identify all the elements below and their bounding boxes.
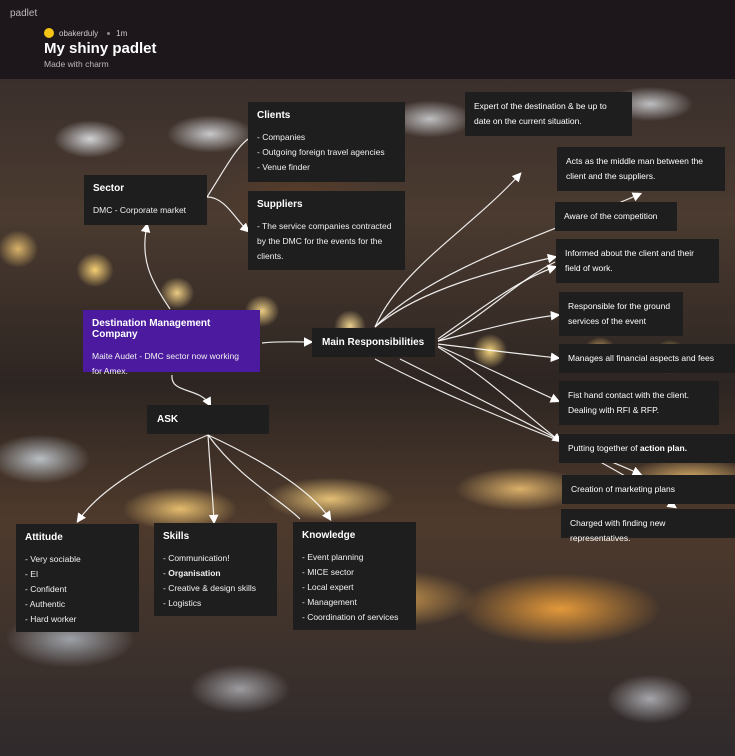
suppliers-line-1: - The service companies contracted [257, 221, 392, 231]
representatives-card[interactable]: Charged with finding new representatives… [561, 509, 735, 543]
sector-line-1: DMC - Corporate market [93, 205, 187, 215]
expert-line-1: Expert of the destination & be up to [474, 101, 607, 111]
connector-main-contact [437, 345, 561, 403]
financial-card[interactable]: Manages all financial aspects and fees [559, 344, 735, 373]
informed-card[interactable]: Informed about the client and their fiel… [556, 239, 719, 283]
contact-line-1: Fist hand contact with the client. [568, 390, 689, 400]
suppliers-line-2: by the DMC for the events for the [257, 236, 383, 246]
competition-text: Aware of the competition [564, 211, 658, 221]
connector-sector-suppliers [206, 196, 250, 233]
clients-line-2: - Outgoing foreign travel agencies [257, 147, 385, 157]
action-plan-bold: action plan. [639, 443, 688, 453]
competition-card[interactable]: Aware of the competition [555, 202, 677, 231]
page-title: My shiny padlet [44, 40, 157, 57]
padlet-logo[interactable]: padlet [10, 8, 37, 19]
middle-man-line-2: client and the suppliers. [566, 171, 656, 181]
marketing-text: Creation of marketing plans [571, 484, 675, 494]
clients-card[interactable]: Clients - Companies - Outgoing foreign t… [248, 102, 405, 182]
client-contact-card[interactable]: Fist hand contact with the client. Deali… [559, 381, 719, 425]
attitude-line-3: - Confident [25, 584, 67, 594]
clients-line-3: - Venue finder [257, 162, 310, 172]
connector-dmc-ask [171, 374, 212, 408]
suppliers-title: Suppliers [257, 199, 303, 210]
connector-main-financial [437, 343, 561, 363]
ask-title: ASK [157, 414, 179, 425]
knowledge-line-5: - Coordination of services [302, 612, 399, 622]
padlet-canvas[interactable]: Clients - Companies - Outgoing foreign t… [0, 79, 735, 756]
dmc-card[interactable]: Destination Management Company Maite Aud… [83, 310, 260, 376]
expert-card[interactable]: Expert of the destination & be up to dat… [465, 92, 632, 136]
sector-title: Sector [93, 183, 125, 194]
skills-line-2: - Organisation [163, 568, 221, 578]
attitude-card[interactable]: Attitude - Very sociable - EI - Confiden… [16, 524, 139, 632]
representatives-text: Charged with finding new representatives… [570, 518, 666, 543]
connector-dmc-main [261, 337, 314, 347]
clients-title: Clients [257, 110, 291, 121]
attitude-line-1: - Very sociable [25, 554, 81, 564]
ground-line-1: Responsible for the ground [568, 301, 671, 311]
knowledge-line-1: - Event planning [302, 552, 364, 562]
connector-main-ground [437, 310, 561, 342]
knowledge-line-4: - Management [302, 597, 357, 607]
knowledge-card[interactable]: Knowledge - Event planning - MICE sector… [293, 522, 416, 630]
attitude-title: Attitude [25, 532, 63, 543]
clients-line-1: - Companies [257, 132, 306, 142]
padlet-header: padlet obakerduly 1m My shiny padlet Mad… [0, 0, 735, 79]
suppliers-card[interactable]: Suppliers - The service companies contra… [248, 191, 405, 270]
knowledge-line-2: - MICE sector [302, 567, 354, 577]
informed-line-2: field of work. [565, 263, 613, 273]
marketing-card[interactable]: Creation of marketing plans [562, 475, 735, 504]
action-plan-card[interactable]: Putting together of action plan. [559, 434, 735, 463]
connector-ask-knowledge-2 [207, 434, 301, 520]
ask-card[interactable]: ASK [147, 405, 269, 434]
author-name[interactable]: obakerduly [59, 29, 98, 38]
attitude-line-5: - Hard worker [25, 614, 77, 624]
sector-card[interactable]: Sector DMC - Corporate market [84, 175, 207, 225]
skills-line-4: - Logistics [163, 598, 202, 608]
author-row: obakerduly 1m [44, 28, 127, 38]
skills-bold-organisation: Organisation [168, 568, 221, 578]
page-subtitle: Made with charm [44, 59, 109, 69]
middle-man-line-1: Acts as the middle man between the [566, 156, 704, 166]
suppliers-line-3: clients. [257, 251, 284, 261]
skills-card[interactable]: Skills - Communication! - Organisation -… [154, 523, 277, 616]
connector-sector-clients [206, 138, 249, 198]
expert-line-2: date on the current situation. [474, 116, 582, 126]
skills-line-3: - Creative & design skills [163, 583, 257, 593]
post-time: 1m [116, 28, 128, 38]
knowledge-line-3: - Local expert [302, 582, 354, 592]
contact-line-2: Dealing with RFI & RFP. [568, 405, 660, 415]
skills-title: Skills [163, 531, 190, 542]
connector-dmc-sector [140, 222, 171, 310]
knowledge-title: Knowledge [302, 530, 356, 541]
ground-line-2: services of the event [568, 316, 646, 326]
main-responsibilities-title: Main Responsibilities [322, 337, 425, 348]
dmc-line-1: Maite Audet - DMC sector now working [92, 351, 239, 361]
middle-man-card[interactable]: Acts as the middle man between the clien… [557, 147, 725, 191]
action-plan-text: Putting together of action plan. [568, 443, 688, 453]
connector-ask-skills [207, 434, 219, 525]
attitude-line-2: - EI [25, 569, 39, 579]
main-responsibilities-card[interactable]: Main Responsibilities [312, 328, 435, 357]
skills-line-1: - Communication! [163, 553, 230, 563]
dmc-title: Destination Management Company [92, 318, 211, 340]
ground-services-card[interactable]: Responsible for the ground services of t… [559, 292, 683, 336]
avatar[interactable] [44, 28, 54, 38]
attitude-line-4: - Authentic [25, 599, 66, 609]
dmc-line-2: for Amex. [92, 366, 128, 376]
connector-ask-knowledge [207, 434, 332, 521]
connector-main-informed [437, 264, 558, 340]
separator-dot-icon [107, 31, 111, 35]
connector-ask-attitude [76, 434, 209, 523]
financial-text: Manages all financial aspects and fees [568, 353, 715, 363]
informed-line-1: Informed about the client and their [565, 248, 694, 258]
